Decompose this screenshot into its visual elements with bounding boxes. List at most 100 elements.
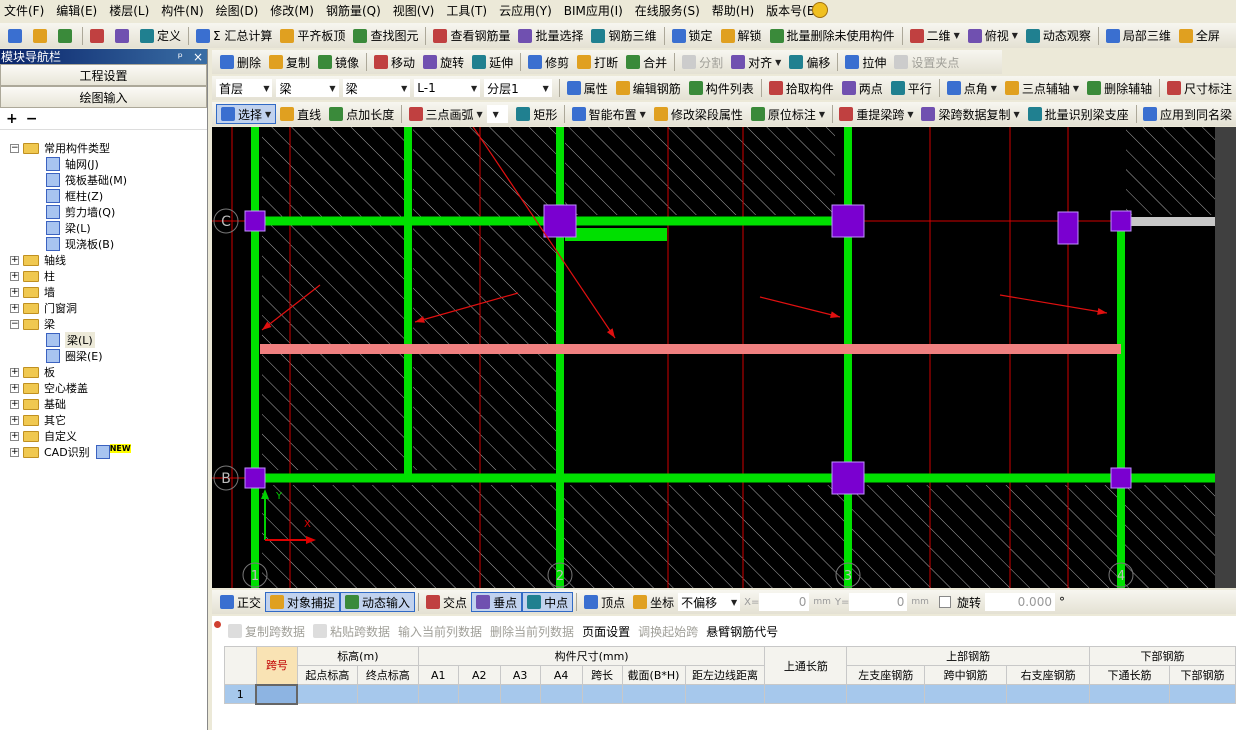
save-button[interactable]	[54, 26, 79, 46]
menu-item[interactable]: 在线服务(S)	[635, 2, 700, 19]
menu-item[interactable]: 钢筋量(Q)	[326, 2, 381, 19]
shape-select[interactable]: ▼	[486, 105, 509, 123]
coord-input[interactable]: 0	[759, 593, 810, 611]
unlock-button[interactable]: 解锁	[717, 26, 766, 46]
sum-button[interactable]: Σ 汇总计算	[192, 26, 276, 46]
chevron-down-icon[interactable]: ▼	[1073, 84, 1079, 93]
tree-item[interactable]: 筏板基础(M)	[46, 172, 127, 188]
rotate-button[interactable]: 旋转	[419, 52, 468, 72]
menu-item[interactable]: 绘图(D)	[216, 2, 259, 19]
grid-tool-button[interactable]: 删除当前列数据	[486, 621, 578, 641]
rebar-3d-button[interactable]: 钢筋三维	[587, 26, 660, 46]
2d-view-button[interactable]: 二维 ▼	[906, 26, 964, 46]
new-file-button[interactable]	[4, 26, 29, 46]
delete-axis-button[interactable]: 删除辅轴	[1083, 78, 1156, 98]
type-select[interactable]: 梁 ▼	[342, 79, 411, 97]
merge-button[interactable]: 合并	[622, 52, 671, 72]
offset-button[interactable]: 偏移	[785, 52, 834, 72]
menu-item[interactable]: 构件(N)	[161, 2, 203, 19]
menu-item[interactable]: 编辑(E)	[56, 2, 97, 19]
expand-icon[interactable]: +	[10, 303, 19, 313]
project-settings-button[interactable]: 工程设置	[0, 64, 207, 86]
zoom-all-button[interactable]: 全屏	[1175, 26, 1224, 46]
table-cell[interactable]	[684, 684, 766, 704]
ortho-button[interactable]: 正交	[216, 592, 265, 612]
tree-item[interactable]: + 柱	[10, 268, 55, 284]
intersection-button[interactable]: 交点	[422, 592, 471, 612]
chevron-down-icon[interactable]: ▼	[907, 110, 913, 119]
top-view-button[interactable]: 俯视 ▼	[964, 26, 1022, 46]
menu-item[interactable]: 楼层(L)	[109, 2, 149, 19]
binoculars-button[interactable]: 查找图元	[349, 26, 422, 46]
apply-button[interactable]: 应用到同名梁	[1139, 104, 1236, 124]
perpendicular-button[interactable]: 垂点	[471, 592, 523, 612]
midpoint-button[interactable]: 中点	[522, 592, 574, 612]
point-length-button[interactable]: 点加长度	[325, 104, 398, 124]
tree-item[interactable]: 梁(L)	[46, 220, 91, 236]
tree-item[interactable]: 框柱(Z)	[46, 188, 103, 204]
batch-select-button[interactable]: 批量选择	[514, 26, 587, 46]
grid-tool-button[interactable]: 复制跨数据	[224, 621, 309, 641]
table-cell[interactable]	[764, 684, 848, 704]
parallel-button[interactable]: 平行	[887, 78, 936, 98]
chevron-down-icon[interactable]: ▼	[1014, 110, 1020, 119]
table-cell[interactable]	[499, 684, 541, 704]
tree-item[interactable]: + CAD识别 NEW	[10, 443, 131, 460]
chevron-down-icon[interactable]: ▼	[775, 58, 781, 67]
grid-tool-button[interactable]: 页面设置	[578, 621, 634, 641]
chevron-down-icon[interactable]: ▼	[640, 110, 646, 119]
chevron-down-icon[interactable]: ▼	[477, 110, 483, 119]
local-3d-button[interactable]: 局部三维	[1102, 26, 1175, 46]
expand-icon[interactable]: +	[10, 271, 19, 281]
row-index[interactable]: 1	[224, 684, 257, 704]
dynamic-input-button[interactable]: 动态输入	[340, 592, 416, 612]
redo-button[interactable]	[111, 26, 136, 46]
point-angle-button[interactable]: 点角 ▼	[943, 78, 1001, 98]
drawing-input-button[interactable]: 绘图输入	[0, 86, 207, 108]
table-cell[interactable]	[1089, 684, 1170, 704]
menu-item[interactable]: 云应用(Y)	[499, 2, 552, 19]
orbit-button[interactable]: 动态观察	[1022, 26, 1095, 46]
grid-tool-button[interactable]: 调换起始跨	[634, 621, 702, 641]
trim-button[interactable]: 修剪	[524, 52, 573, 72]
collapse-icon[interactable]: −	[10, 143, 19, 153]
menu-item[interactable]: 文件(F)	[4, 2, 44, 19]
brush-button[interactable]: 梁跨数据复制 ▼	[917, 104, 1023, 124]
layer-select[interactable]: 分层1 ▼	[484, 79, 552, 97]
tree-item[interactable]: 剪力墙(Q)	[46, 204, 115, 220]
table-cell[interactable]	[539, 684, 583, 704]
table-cell[interactable]	[457, 684, 501, 704]
rotate-checkbox[interactable]	[938, 596, 951, 608]
lock-button[interactable]: 锁定	[668, 26, 717, 46]
floor-select[interactable]: 首层 ▼	[216, 79, 273, 97]
tree-item[interactable]: + 墙	[10, 284, 55, 300]
tree-item[interactable]: 轴网(J)	[46, 156, 99, 172]
menu-item[interactable]: 视图(V)	[393, 2, 435, 19]
modify-beam-button[interactable]: 修改梁段属性	[650, 104, 747, 124]
tree-item[interactable]: 现浇板(B)	[46, 236, 114, 252]
define-button[interactable]: 定义	[136, 26, 185, 46]
snap-button[interactable]: 对象捕捉	[265, 592, 341, 612]
expand-icon[interactable]: +	[10, 255, 19, 265]
undo-button[interactable]	[86, 26, 111, 46]
stretch-button[interactable]: 拉伸	[841, 52, 890, 72]
expand-icon[interactable]: +	[10, 367, 19, 377]
align-button[interactable]: 对齐 ▼	[727, 52, 785, 72]
tree-item[interactable]: + 板	[10, 364, 55, 380]
tree-item[interactable]: + 门窗洞	[10, 300, 77, 316]
batch-delete-button[interactable]: 批量删除未使用构件	[766, 26, 899, 46]
table-cell[interactable]	[255, 683, 299, 705]
tree-item[interactable]: + 其它	[10, 412, 66, 428]
table-cell[interactable]	[356, 684, 419, 704]
table-cell[interactable]	[296, 684, 358, 704]
arc-button[interactable]: 三点画弧 ▼	[405, 104, 487, 124]
rotate-input[interactable]: 0.000	[984, 593, 1055, 611]
expand-icon[interactable]: +	[10, 415, 19, 425]
grid-tool-button[interactable]: 粘贴跨数据	[309, 621, 394, 641]
tree-item[interactable]: − 常用构件类型	[10, 140, 110, 156]
pin-icon[interactable]: ᵖ	[178, 50, 183, 64]
table-cell[interactable]	[621, 684, 686, 704]
menu-item[interactable]: 帮助(H)	[712, 2, 754, 19]
pick-button[interactable]: 拾取构件	[765, 78, 838, 98]
align-slab-button[interactable]: 平齐板顶	[276, 26, 349, 46]
